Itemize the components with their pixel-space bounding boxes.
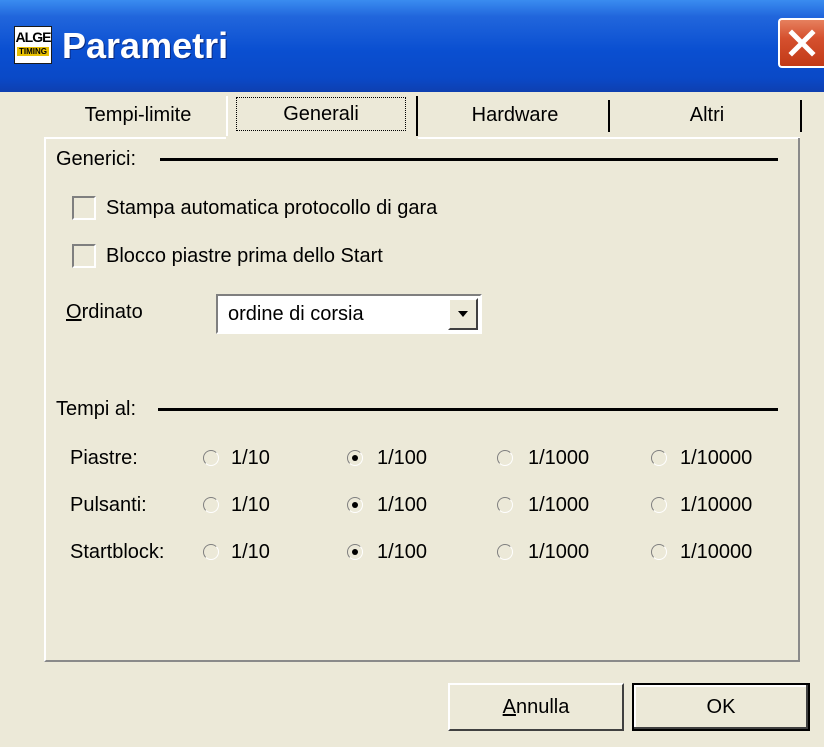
radio-label: 1/100: [377, 447, 428, 469]
tab-hardware[interactable]: Hardware: [420, 93, 610, 137]
tab-divider: [800, 100, 802, 132]
chevron-down-icon: [458, 311, 468, 317]
radio-label: 1/100: [377, 541, 428, 563]
ordinato-label-text: rdinato: [81, 301, 143, 323]
startblock-radio-1-100[interactable]: [347, 544, 363, 560]
group-label-generici: Generici:: [56, 148, 137, 170]
tab-edge: [416, 96, 418, 136]
pulsanti-radio-1-10000[interactable]: [651, 497, 667, 513]
piastre-radio-1-100[interactable]: [347, 450, 363, 466]
tab-label: Tempi-limite: [84, 104, 192, 126]
ok-button[interactable]: OK: [632, 683, 810, 731]
startblock-radio-1-1000[interactable]: [497, 544, 513, 560]
tab-edge: [226, 96, 228, 136]
group-label-tempi: Tempi al:: [56, 398, 137, 420]
stampa-checkbox[interactable]: [72, 196, 96, 220]
dropdown-button[interactable]: [448, 298, 478, 330]
pulsanti-radio-1-100[interactable]: [347, 497, 363, 513]
ok-label: OK: [706, 696, 736, 718]
piastre-radio-1-1000[interactable]: [497, 450, 513, 466]
tab-label: Altri: [689, 104, 725, 126]
logo-subtext: TIMING: [17, 47, 49, 56]
radio-label: 1/10000: [680, 447, 753, 469]
ordinato-label: Ordinato: [66, 298, 143, 326]
stampa-label: Stampa automatica protocollo di gara: [106, 197, 438, 219]
pulsanti-radio-1-10[interactable]: [203, 497, 219, 513]
radio-label: 1/100: [377, 494, 428, 516]
window-title: Parametri: [62, 25, 229, 66]
group-divider: [158, 408, 778, 411]
piastre-radio-1-10[interactable]: [203, 450, 219, 466]
ordinato-dropdown[interactable]: ordine di corsia: [216, 294, 482, 334]
tab-label: Generali: [236, 97, 406, 131]
tab-generali[interactable]: Generali: [226, 92, 416, 138]
row-label-piastre: Piastre:: [70, 447, 138, 469]
tab-divider: [608, 100, 610, 132]
group-divider: [160, 158, 778, 161]
radio-label: 1/10000: [680, 494, 753, 516]
tab-label: Hardware: [471, 104, 559, 126]
blocco-label: Blocco piastre prima dello Start: [106, 245, 383, 267]
tab-tempi-limite[interactable]: Tempi-limite: [58, 93, 218, 137]
row-label-startblock: Startblock:: [70, 541, 165, 563]
alge-logo-icon: ALGE TIMING: [14, 26, 52, 64]
radio-label: 1/10: [231, 494, 270, 516]
radio-label: 1/1000: [528, 494, 590, 516]
annulla-button[interactable]: Annulla: [448, 683, 624, 731]
startblock-radio-1-10[interactable]: [203, 544, 219, 560]
radio-label: 1/10: [231, 447, 270, 469]
tab-altri[interactable]: Altri: [612, 93, 802, 137]
row-label-pulsanti: Pulsanti:: [70, 494, 147, 516]
annulla-accesskey: A: [502, 696, 516, 718]
pulsanti-radio-1-1000[interactable]: [497, 497, 513, 513]
radio-label: 1/10000: [680, 541, 753, 563]
radio-label: 1/1000: [528, 541, 590, 563]
annulla-label: nnulla: [515, 696, 570, 718]
close-icon: [788, 29, 816, 57]
logo-text: ALGE: [15, 29, 52, 45]
blocco-checkbox[interactable]: [72, 244, 96, 268]
title-bar: ALGE TIMING Parametri: [0, 0, 824, 92]
piastre-radio-1-10000[interactable]: [651, 450, 667, 466]
close-button[interactable]: [778, 18, 824, 68]
ordinato-value: ordine di corsia: [228, 303, 364, 325]
ordinato-accesskey: O: [66, 301, 82, 323]
startblock-radio-1-10000[interactable]: [651, 544, 667, 560]
radio-label: 1/1000: [528, 447, 590, 469]
radio-label: 1/10: [231, 541, 270, 563]
